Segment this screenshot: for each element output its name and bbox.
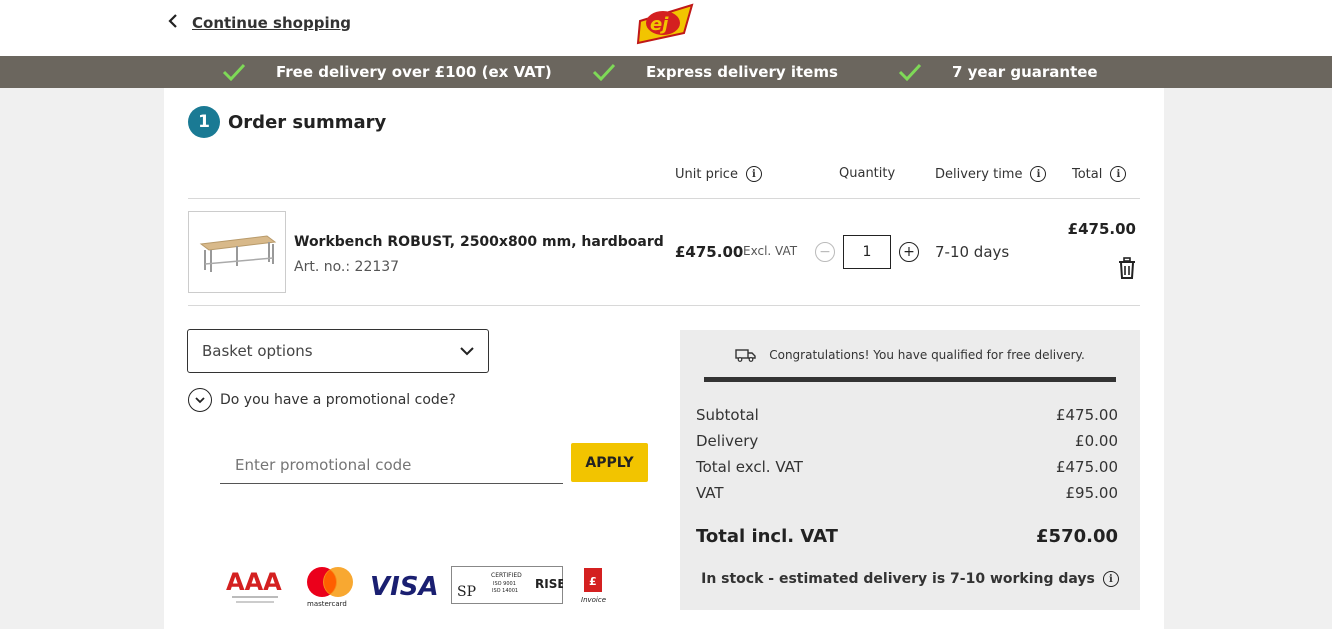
free-delivery-notice: Congratulations! You have qualified for … [680, 330, 1140, 380]
column-label: Quantity [839, 166, 896, 181]
order-summary-heading: 1 Order summary [188, 106, 386, 138]
brand-logo[interactable]: ej [636, 3, 694, 45]
basket-options-label: Basket options [202, 342, 313, 360]
usp-label: 7 year guarantee [952, 63, 1098, 81]
top-header: Continue shopping ej [0, 0, 1332, 56]
column-header-quantity: Quantity [839, 166, 895, 181]
line-total: £475.00 [1067, 220, 1136, 238]
info-icon[interactable]: i [1102, 571, 1119, 587]
unit-price: £475.00 [675, 243, 744, 261]
free-delivery-progress-bar [704, 377, 1116, 382]
svg-text:SP: SP [457, 584, 476, 600]
quantity-decrease-button[interactable]: − [815, 242, 835, 262]
summary-label: Delivery [696, 432, 759, 450]
apply-button[interactable]: APPLY [571, 443, 648, 482]
summary-label: Total excl. VAT [696, 458, 803, 476]
summary-value: £475.00 [1055, 458, 1118, 476]
checkmark-icon [222, 63, 246, 81]
summary-value: £95.00 [1065, 484, 1119, 502]
usp-item: Express delivery items [592, 56, 838, 88]
order-summary-panel: 1 Order summary Unit price i Quantity De… [164, 88, 1164, 629]
summary-row: Total excl. VAT £475.00 [696, 458, 1118, 476]
visa-logo: VISA [370, 568, 440, 606]
product-name-link[interactable]: Workbench ROBUST, 2500x800 mm, hardboard [294, 234, 664, 250]
summary-row: Subtotal £475.00 [696, 406, 1118, 424]
chevron-down-icon [460, 346, 474, 355]
product-thumbnail[interactable] [188, 211, 286, 293]
svg-text:mastercard: mastercard [307, 600, 347, 608]
chevron-down-icon [188, 388, 212, 412]
continue-shopping-label: Continue shopping [192, 13, 352, 32]
stock-notice: In stock - estimated delivery is 7-10 wo… [680, 571, 1140, 587]
summary-label: Subtotal [696, 406, 759, 424]
info-icon[interactable]: i [745, 166, 762, 182]
summary-label: VAT [696, 484, 724, 502]
invoice-logo: £ Invoice [578, 566, 608, 610]
svg-text:ISO 9001: ISO 9001 [493, 581, 516, 587]
certification-logo: SP CERTIFIED ISO 9001 ISO 14001 RISE [451, 566, 566, 608]
checkmark-icon [898, 63, 922, 81]
summary-total-row: Total incl. VAT £570.00 [696, 526, 1118, 547]
summary-row: VAT £95.00 [696, 484, 1118, 502]
svg-text:ej: ej [650, 14, 669, 35]
usp-label: Free delivery over £100 (ex VAT) [276, 63, 552, 81]
quantity-input[interactable]: 1 [843, 235, 891, 269]
promo-code-toggle[interactable]: Do you have a promotional code? [188, 388, 456, 412]
svg-text:CERTIFIED: CERTIFIED [491, 572, 522, 579]
divider [188, 305, 1140, 306]
svg-text:VISA: VISA [370, 572, 439, 602]
column-label: Total [1072, 166, 1103, 182]
info-icon[interactable]: i [1110, 166, 1127, 182]
usp-label: Express delivery items [646, 63, 838, 81]
mastercard-logo: mastercard [304, 566, 356, 612]
vat-note: Excl. VAT [743, 244, 798, 258]
continue-shopping-link[interactable]: Continue shopping [168, 13, 351, 32]
usp-item: Free delivery over £100 (ex VAT) [222, 56, 552, 88]
step-badge: 1 [188, 106, 220, 138]
column-header-unit-price: Unit price i [675, 166, 762, 182]
svg-text:ISO 14001: ISO 14001 [492, 588, 518, 594]
total-label: Total incl. VAT [696, 526, 838, 547]
column-header-delivery-time: Delivery time i [935, 166, 1047, 182]
quantity-increase-button[interactable]: + [899, 242, 919, 262]
price-summary-box: Congratulations! You have qualified for … [680, 330, 1140, 610]
basket-options-select[interactable]: Basket options [187, 329, 489, 373]
svg-text:RISE: RISE [535, 577, 563, 591]
checkmark-icon [592, 63, 616, 81]
stock-notice-text: In stock - estimated delivery is 7-10 wo… [701, 571, 1095, 587]
svg-text:£: £ [589, 575, 597, 588]
column-label: Delivery time [935, 166, 1023, 182]
info-icon[interactable]: i [1030, 166, 1047, 182]
trash-icon[interactable] [1117, 257, 1137, 283]
column-label: Unit price [675, 166, 738, 182]
chevron-left-icon [168, 13, 178, 32]
delivery-time: 7-10 days [935, 243, 1010, 261]
summary-row: Delivery £0.00 [696, 432, 1118, 450]
usp-bar: Free delivery over £100 (ex VAT) Express… [0, 56, 1332, 88]
svg-text:AAA: AAA [226, 568, 282, 596]
promo-code-input[interactable] [220, 446, 563, 484]
column-header-total: Total i [1072, 166, 1127, 182]
total-value: £570.00 [1036, 526, 1118, 547]
svg-text:Invoice: Invoice [581, 596, 606, 604]
aaa-rating-logo: AAA [226, 566, 290, 610]
promo-code-question: Do you have a promotional code? [220, 392, 456, 408]
page-title: Order summary [228, 111, 387, 133]
summary-value: £475.00 [1055, 406, 1118, 424]
free-delivery-text: Congratulations! You have qualified for … [769, 348, 1085, 362]
usp-item: 7 year guarantee [898, 56, 1098, 88]
delivery-truck-icon [735, 349, 756, 362]
product-art-no: Art. no.: 22137 [294, 259, 400, 275]
divider [188, 198, 1140, 199]
summary-value: £0.00 [1075, 432, 1118, 450]
